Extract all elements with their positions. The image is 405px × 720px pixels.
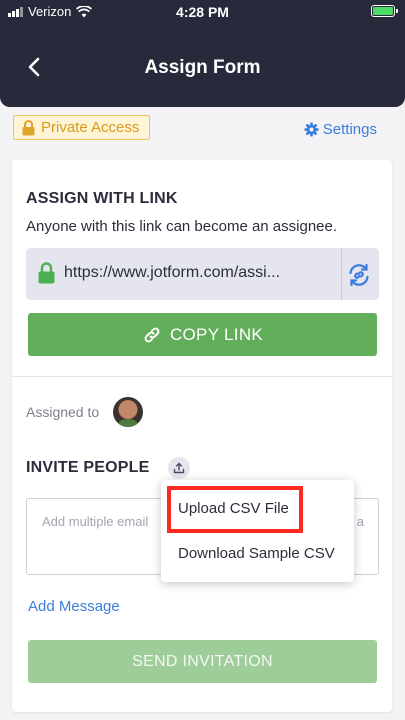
refresh-link-icon [349,263,369,287]
gear-icon [304,122,319,137]
page-title: Assign Form [144,57,261,78]
assign-description: Anyone with this link can become an assi… [26,218,338,235]
highlight-box [167,486,303,533]
lock-icon [38,262,55,284]
upload-button[interactable] [168,457,190,479]
assign-card: ASSIGN WITH LINK Anyone with this link c… [12,160,392,712]
settings-label: Settings [322,121,377,138]
link-divider [341,248,342,300]
add-message-link[interactable]: Add Message [28,598,120,615]
send-invitation-button[interactable]: SEND INVITATION [28,640,377,683]
section-divider [12,376,392,377]
battery-icon [371,5,398,17]
assigned-to-label: Assigned to [26,404,100,420]
send-invitation-label: SEND INVITATION [132,652,273,670]
assign-with-link-title: ASSIGN WITH LINK [26,190,178,207]
copy-link-label: COPY LINK [169,324,264,344]
assignee-avatar[interactable] [113,397,143,427]
upload-icon [173,462,185,474]
email-placeholder: Add multiple email [42,514,149,529]
share-link-text: https://www.jotform.com/assi... [64,264,281,281]
settings-link[interactable]: Settings [304,121,377,138]
menu-item-download-sample-csv[interactable]: Download Sample CSV [178,545,335,562]
lock-icon [22,119,35,135]
invite-people-title: INVITE PEOPLE [26,459,150,476]
refresh-link-button[interactable] [346,262,372,288]
copy-link-button[interactable]: COPY LINK [28,313,377,356]
status-bar: Verizon 4:28 PM [0,0,405,24]
email-placeholder-tail: a [356,514,364,529]
private-access-label: Private Access [41,119,140,136]
status-time: 4:28 PM [176,4,229,20]
link-icon [144,327,160,342]
share-link-field[interactable]: https://www.jotform.com/assi... [26,248,379,300]
private-access-badge: Private Access [13,115,151,140]
app-header: Verizon 4:28 PM Assign Form [0,0,405,107]
